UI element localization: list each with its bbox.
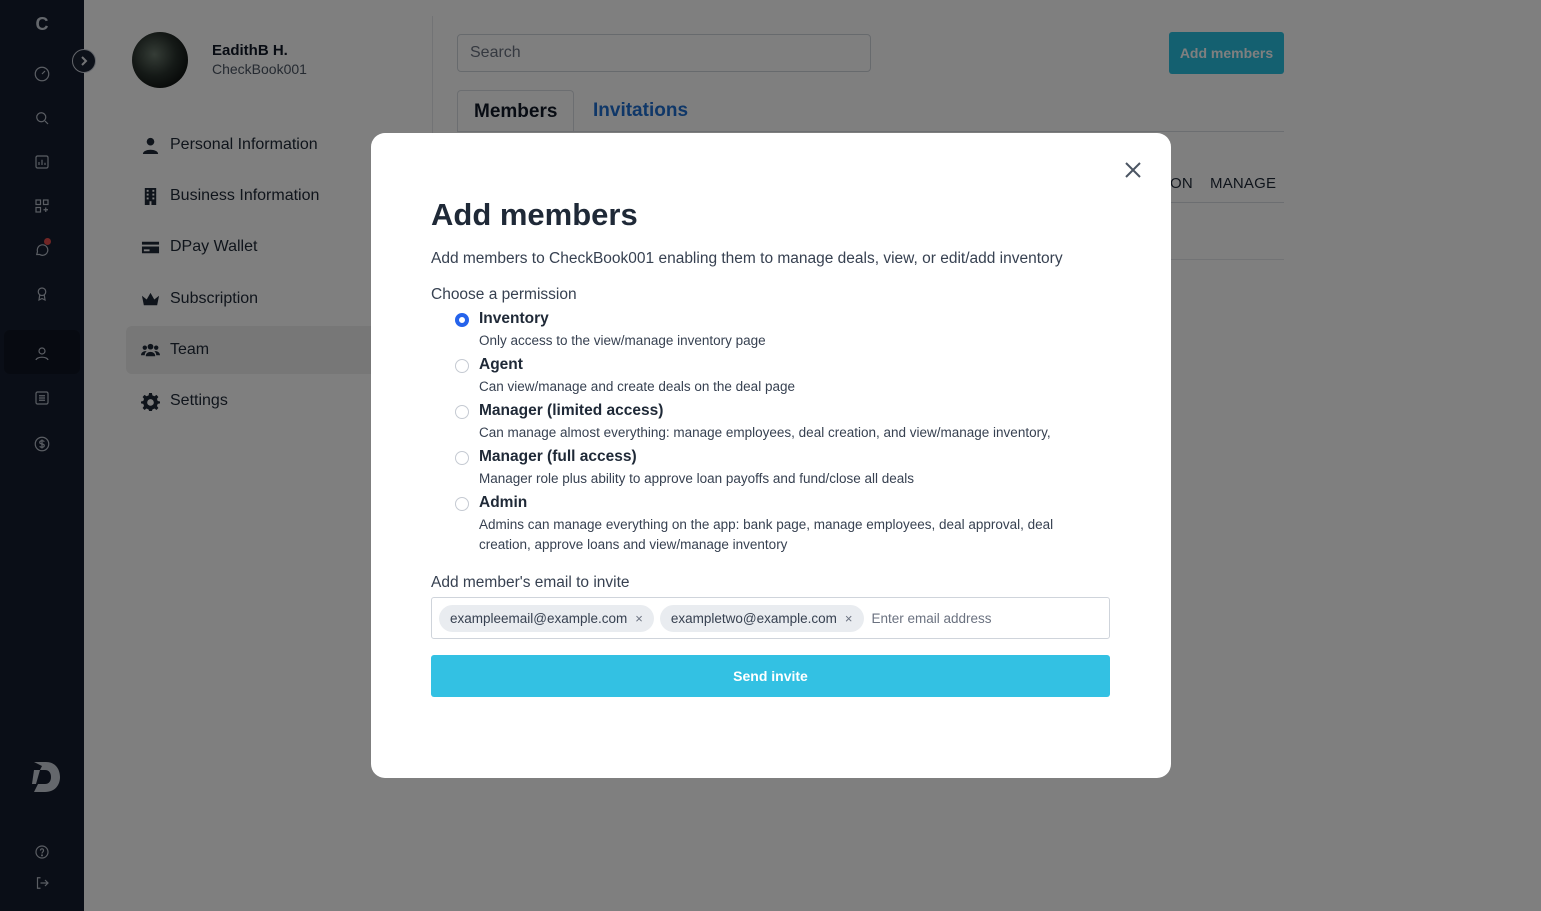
modal-description: Add members to CheckBook001 enabling the… [431, 250, 1063, 267]
email-input[interactable] [871, 610, 1072, 626]
permission-title: Agent [479, 356, 523, 373]
remove-chip-icon[interactable]: × [635, 611, 643, 626]
email-chip-text: exampletwo@example.com [670, 610, 837, 626]
modal-title: Add members [431, 197, 638, 232]
radio-button[interactable] [455, 359, 469, 373]
radio-button[interactable] [455, 497, 469, 511]
permission-title: Inventory [479, 310, 549, 327]
permission-label: Choose a permission [431, 286, 577, 303]
permission-description: Can view/manage and create deals on the … [479, 379, 795, 394]
radio-button[interactable] [455, 451, 469, 465]
close-icon [1125, 162, 1141, 178]
email-chip: exampleemail@example.com × [439, 604, 654, 632]
permission-description: Only access to the view/manage inventory… [479, 333, 766, 348]
close-modal-button[interactable] [1121, 158, 1145, 182]
permission-title: Manager (full access) [479, 448, 637, 465]
email-tag-input[interactable]: exampleemail@example.com × exampletwo@ex… [431, 597, 1110, 639]
remove-chip-icon[interactable]: × [845, 611, 853, 626]
permission-description: Can manage almost everything: manage emp… [479, 425, 1051, 440]
email-label: Add member's email to invite [431, 574, 630, 591]
add-members-modal: Add members Add members to CheckBook001 … [371, 133, 1171, 778]
radio-button[interactable] [455, 405, 469, 419]
permission-title: Admin [479, 494, 528, 511]
permission-title: Manager (limited access) [479, 402, 664, 419]
email-chip: exampletwo@example.com × [659, 604, 864, 632]
permission-description: Admins can manage everything on the app:… [479, 517, 1054, 552]
send-invite-button[interactable]: Send invite [431, 655, 1110, 697]
radio-button[interactable] [455, 313, 469, 327]
permission-description: Manager role plus ability to approve loa… [479, 471, 915, 486]
email-chip-text: exampleemail@example.com [450, 610, 628, 626]
